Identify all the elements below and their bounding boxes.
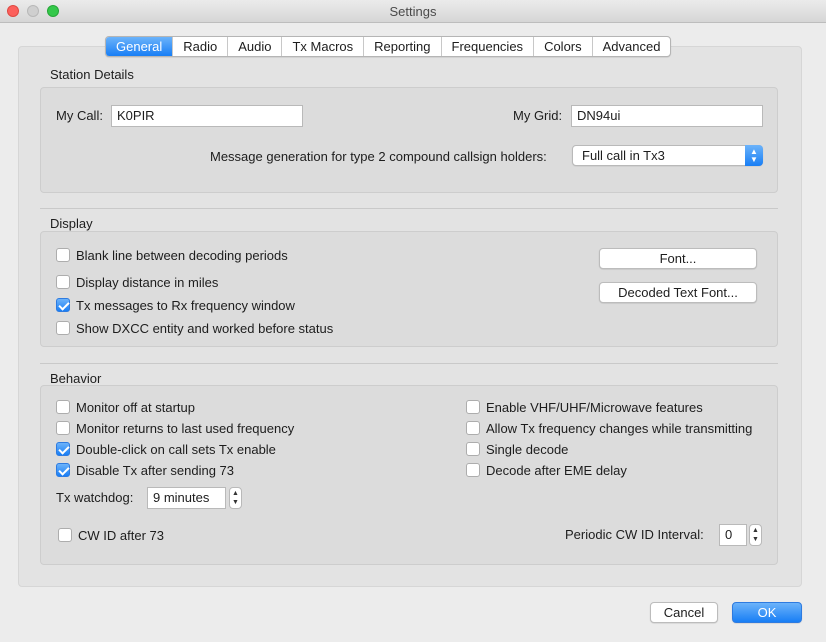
checkbox-box[interactable] — [56, 248, 70, 262]
tx-watchdog-label: Tx watchdog: — [56, 490, 134, 505]
tab-tx-macros[interactable]: Tx Macros — [282, 37, 365, 56]
tab-colors[interactable]: Colors — [534, 37, 593, 56]
msg-generation-value: Full call in Tx3 — [582, 148, 665, 163]
allow-tx-freq-checkbox[interactable]: Allow Tx frequency changes while transmi… — [466, 420, 752, 436]
cancel-button[interactable]: Cancel — [650, 602, 718, 623]
checkbox-box[interactable] — [56, 421, 70, 435]
periodic-cw-id-label: Periodic CW ID Interval: — [565, 527, 704, 542]
behavior-title: Behavior — [50, 371, 102, 386]
ok-button[interactable]: OK — [732, 602, 802, 623]
checkbox-box[interactable] — [466, 421, 480, 435]
checkbox-box[interactable] — [56, 321, 70, 335]
checkbox-box[interactable] — [466, 463, 480, 477]
monitor-off-label: Monitor off at startup — [76, 399, 195, 415]
chevron-updown-icon: ▲ ▼ — [745, 145, 763, 166]
double-click-checkbox[interactable]: Double-click on call sets Tx enable — [56, 441, 276, 457]
display-title: Display — [50, 216, 93, 231]
decoded-text-font-button[interactable]: Decoded Text Font... — [599, 282, 757, 303]
blank-line-checkbox[interactable]: Blank line between decoding periods — [56, 247, 288, 263]
divider — [40, 363, 778, 364]
msg-generation-label: Message generation for type 2 compound c… — [210, 149, 547, 164]
window-titlebar: Settings — [0, 0, 826, 23]
station-details-group — [40, 87, 778, 193]
msg-generation-select[interactable]: Full call in Tx3 ▲ ▼ — [572, 145, 763, 166]
checkmark-icon[interactable] — [56, 463, 70, 477]
tab-bar: General Radio Audio Tx Macros Reporting … — [105, 36, 672, 57]
station-details-title: Station Details — [50, 67, 134, 82]
checkbox-box[interactable] — [466, 442, 480, 456]
distance-miles-checkbox[interactable]: Display distance in miles — [56, 274, 218, 290]
cw-id-checkbox[interactable]: CW ID after 73 — [58, 527, 164, 543]
dxcc-checkbox[interactable]: Show DXCC entity and worked before statu… — [56, 320, 333, 336]
my-call-label: My Call: — [56, 108, 103, 123]
tab-advanced[interactable]: Advanced — [593, 37, 671, 56]
monitor-returns-label: Monitor returns to last used frequency — [76, 420, 295, 436]
tab-audio[interactable]: Audio — [228, 37, 283, 56]
tab-reporting[interactable]: Reporting — [364, 37, 442, 56]
up-down-arrows-icon[interactable]: ▲ ▼ — [229, 487, 242, 509]
checkbox-box[interactable] — [56, 275, 70, 289]
tx-to-rx-label: Tx messages to Rx frequency window — [76, 297, 295, 313]
decode-eme-checkbox[interactable]: Decode after EME delay — [466, 462, 627, 478]
monitor-returns-checkbox[interactable]: Monitor returns to last used frequency — [56, 420, 294, 436]
window-title: Settings — [389, 4, 437, 19]
checkbox-box[interactable] — [466, 400, 480, 414]
checkbox-box[interactable] — [58, 528, 72, 542]
tx-to-rx-checkbox[interactable]: Tx messages to Rx frequency window — [56, 297, 295, 313]
decode-eme-label: Decode after EME delay — [486, 462, 627, 478]
distance-miles-label: Display distance in miles — [76, 274, 219, 290]
tab-frequencies[interactable]: Frequencies — [442, 37, 535, 56]
monitor-off-checkbox[interactable]: Monitor off at startup — [56, 399, 195, 415]
tab-general[interactable]: General — [106, 37, 174, 56]
single-decode-label: Single decode — [486, 441, 569, 457]
my-grid-label: My Grid: — [513, 108, 563, 123]
my-call-field[interactable]: K0PIR — [111, 105, 303, 127]
periodic-cw-id-field[interactable]: 0 — [719, 524, 747, 546]
tx-watchdog-field[interactable]: 9 minutes — [147, 487, 226, 509]
blank-line-label: Blank line between decoding periods — [76, 247, 288, 263]
disable-tx-checkbox[interactable]: Disable Tx after sending 73 — [56, 462, 234, 478]
checkmark-icon[interactable] — [56, 442, 70, 456]
double-click-label: Double-click on call sets Tx enable — [76, 441, 276, 457]
vhf-features-label: Enable VHF/UHF/Microwave features — [486, 399, 703, 415]
up-down-arrows-icon[interactable]: ▲ ▼ — [749, 524, 762, 546]
allow-tx-freq-label: Allow Tx frequency changes while transmi… — [486, 420, 753, 436]
divider — [40, 208, 778, 209]
checkmark-icon[interactable] — [56, 298, 70, 312]
tab-radio[interactable]: Radio — [173, 37, 229, 56]
checkbox-box[interactable] — [56, 400, 70, 414]
vhf-features-checkbox[interactable]: Enable VHF/UHF/Microwave features — [466, 399, 703, 415]
dxcc-label: Show DXCC entity and worked before statu… — [76, 320, 334, 336]
cw-id-label: CW ID after 73 — [78, 527, 164, 543]
single-decode-checkbox[interactable]: Single decode — [466, 441, 568, 457]
font-button[interactable]: Font... — [599, 248, 757, 269]
my-grid-field[interactable]: DN94ui — [571, 105, 763, 127]
disable-tx-label: Disable Tx after sending 73 — [76, 462, 235, 478]
